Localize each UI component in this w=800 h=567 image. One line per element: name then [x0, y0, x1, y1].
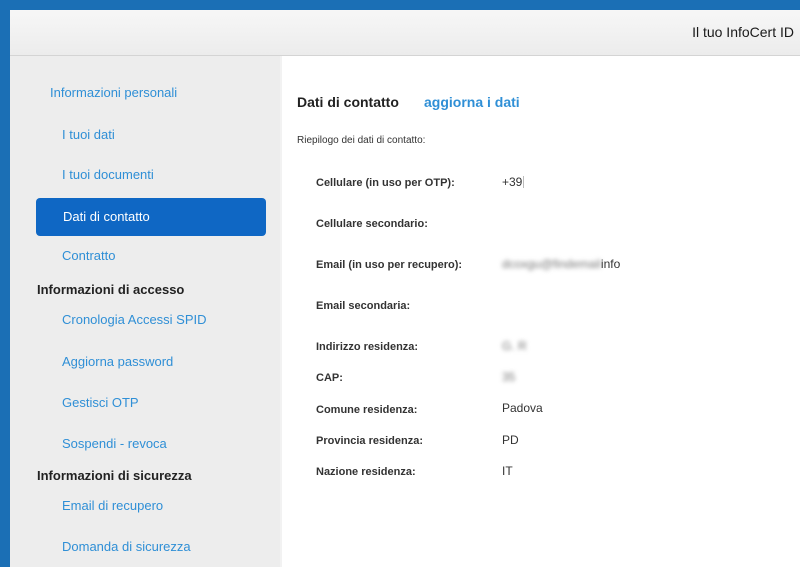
sidebar-section-accesso: Informazioni di accesso	[37, 282, 185, 297]
row-label-cap: CAP:	[316, 372, 343, 384]
sidebar-item-contratto[interactable]: Contratto	[62, 237, 115, 275]
sidebar-item-sospendi-revoca[interactable]: Sospendi - revoca	[62, 425, 167, 463]
sidebar-item-cronologia-accessi[interactable]: Cronologia Accessi SPID	[62, 301, 207, 339]
sidebar-item-dati-di-contatto[interactable]: Dati di contatto	[36, 198, 266, 236]
update-data-link[interactable]: aggiorna i dati	[424, 94, 520, 110]
row-value-comune: Padova	[502, 401, 543, 415]
top-bar: Il tuo InfoCert ID	[10, 10, 800, 56]
sidebar-item-informazioni-personali[interactable]: Informazioni personali	[50, 74, 177, 112]
redacted-email: dcoxgu@findemail	[502, 257, 601, 271]
row-label-email-secondaria: Email secondaria:	[316, 300, 411, 312]
row-label-cellulare: Cellulare (in uso per OTP):	[316, 177, 455, 189]
sidebar-section-sicurezza: Informazioni di sicurezza	[37, 468, 192, 483]
row-value-indirizzo-redacted: G. R	[502, 339, 527, 353]
text-cursor	[523, 176, 525, 188]
row-label-nazione: Nazione residenza:	[316, 466, 416, 478]
page-title: Dati di contatto	[297, 94, 399, 110]
sidebar-item-tuoi-dati[interactable]: I tuoi dati	[62, 116, 115, 154]
row-value-email: dcoxgu@findemailinfo	[502, 257, 621, 271]
brand-title: Il tuo InfoCert ID	[692, 24, 794, 40]
sidebar-item-tuoi-documenti[interactable]: I tuoi documenti	[62, 156, 154, 194]
row-label-cellulare-secondario: Cellulare secondario:	[316, 218, 428, 230]
row-label-provincia: Provincia residenza:	[316, 435, 423, 447]
sidebar-item-aggiorna-password[interactable]: Aggiorna password	[62, 343, 173, 381]
row-label-indirizzo: Indirizzo residenza:	[316, 341, 419, 353]
row-value-cellulare: +39	[502, 175, 525, 189]
summary-text: Riepilogo dei dati di contatto:	[297, 135, 426, 146]
main-panel: Dati di contatto aggiorna i dati Riepilo…	[282, 56, 800, 567]
row-value-cap-redacted: 35	[502, 370, 516, 384]
sidebar-item-domanda-sicurezza[interactable]: Domanda di sicurezza	[62, 528, 191, 566]
sidebar-item-gestisci-otp[interactable]: Gestisci OTP	[62, 384, 139, 422]
sidebar: Informazioni personali I tuoi dati I tuo…	[10, 56, 280, 567]
row-label-email: Email (in uso per recupero):	[316, 259, 463, 271]
row-label-comune: Comune residenza:	[316, 404, 418, 416]
row-value-nazione: IT	[502, 464, 513, 478]
sidebar-item-email-recupero[interactable]: Email di recupero	[62, 487, 163, 525]
app-frame: Il tuo InfoCert ID Informazioni personal…	[10, 10, 800, 567]
row-value-provincia: PD	[502, 433, 519, 447]
